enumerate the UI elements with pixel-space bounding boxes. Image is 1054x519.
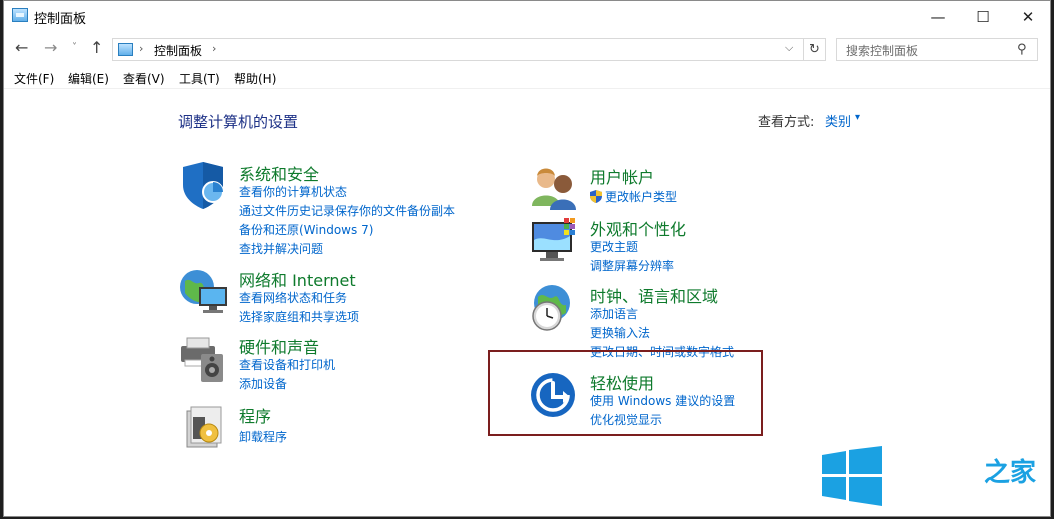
uac-shield-icon [590, 190, 602, 203]
view-by-dropdown[interactable]: 类别 [825, 111, 851, 130]
link-change-account-type[interactable]: 更改帐户类型 [590, 188, 677, 205]
menu-edit[interactable]: 编辑(E) [68, 70, 109, 87]
category-title[interactable]: 网络和 Internet [239, 267, 356, 291]
watermark-url: www.win10xitong.com [896, 486, 1032, 500]
view-by-label: 查看方式: [758, 115, 815, 130]
control-panel-icon [118, 43, 133, 56]
link-add-device[interactable]: 添加设备 [239, 375, 287, 392]
shield-icon[interactable] [179, 161, 229, 211]
search-input[interactable]: 搜索控制面板 ⚲ [836, 38, 1038, 61]
link-devices-printers[interactable]: 查看设备和打印机 [239, 356, 335, 373]
category-system-security: 系统和安全 查看你的计算机状态 通过文件历史记录保存你的文件备份副本 备份和还原… [179, 161, 479, 256]
refresh-icon[interactable]: ↻ [804, 38, 826, 61]
recent-locations-chevron-icon[interactable]: ˅ [72, 42, 77, 53]
category-user-accounts: 用户帐户 更改帐户类型 [530, 164, 810, 210]
category-title[interactable]: 时钟、语言和区域 [590, 283, 718, 307]
forward-arrow-icon[interactable]: → [44, 38, 57, 57]
menu-file[interactable]: 文件(F) [14, 70, 54, 87]
users-icon[interactable] [530, 164, 580, 214]
minimize-button[interactable]: — [915, 1, 961, 32]
close-button[interactable]: ✕ [1005, 1, 1051, 32]
globe-clock-icon[interactable] [530, 283, 580, 333]
link-uninstall-program[interactable]: 卸载程序 [239, 428, 287, 445]
address-dropdown-icon[interactable]: ⌵ [785, 41, 793, 55]
category-title[interactable]: 用户帐户 [590, 164, 654, 188]
category-clock-language-region: 时钟、语言和区域 添加语言 更换输入法 更改日期、时间或数字格式 [530, 283, 830, 359]
windows-logo-icon [822, 446, 882, 506]
breadcrumb-control-panel[interactable]: 控制面板 [154, 42, 202, 59]
search-icon[interactable]: ⚲ [1017, 42, 1027, 57]
link-troubleshoot[interactable]: 查找并解决问题 [239, 240, 323, 257]
menu-view[interactable]: 查看(V) [123, 70, 165, 87]
window-title: 控制面板 [34, 12, 87, 27]
address-bar[interactable]: › 控制面板 › ⌵ [112, 38, 804, 61]
link-homegroup[interactable]: 选择家庭组和共享选项 [239, 308, 359, 325]
network-globe-icon[interactable] [179, 267, 229, 317]
chevron-down-icon[interactable]: ▾ [855, 112, 860, 123]
breadcrumb-chevron-icon[interactable]: › [212, 42, 216, 55]
category-title[interactable]: 系统和安全 [239, 161, 319, 185]
link-network-status[interactable]: 查看网络状态和任务 [239, 289, 347, 306]
link-file-history[interactable]: 通过文件历史记录保存你的文件备份副本 [239, 202, 455, 219]
win10-watermark: Win10 之家 www.win10xitong.com [820, 446, 1052, 508]
title-bar[interactable]: 控制面板 — ☐ ✕ [4, 1, 1050, 32]
category-title[interactable]: 程序 [239, 403, 271, 427]
printer-speaker-icon[interactable] [179, 334, 229, 384]
category-network-internet: 网络和 Internet 查看网络状态和任务 选择家庭组和共享选项 [179, 267, 479, 325]
link-backup-restore[interactable]: 备份和还原(Windows 7) [239, 221, 373, 238]
link-check-status[interactable]: 查看你的计算机状态 [239, 183, 347, 200]
category-title[interactable]: 硬件和声音 [239, 334, 319, 358]
link-label[interactable]: 更改帐户类型 [605, 190, 677, 204]
link-change-theme[interactable]: 更改主题 [590, 238, 638, 255]
category-hardware-sound: 硬件和声音 查看设备和打印机 添加设备 [179, 334, 479, 392]
watermark-brand-suffix: 之家 [984, 458, 1037, 488]
category-appearance: 外观和个性化 更改主题 调整屏幕分辨率 [530, 216, 810, 276]
menu-help[interactable]: 帮助(H) [234, 70, 276, 87]
up-arrow-icon[interactable]: ↑ [90, 38, 103, 57]
monitor-palette-icon[interactable] [530, 216, 580, 266]
navigation-bar: ← → ˅ ↑ › 控制面板 › ⌵ ↻ 搜索控制面板 ⚲ [4, 33, 1050, 63]
watermark-brand: Win10 [894, 452, 987, 482]
highlight-box [488, 350, 763, 436]
maximize-button[interactable]: ☐ [960, 1, 1006, 32]
menu-tools[interactable]: 工具(T) [179, 70, 220, 87]
link-add-language[interactable]: 添加语言 [590, 305, 638, 322]
search-placeholder: 搜索控制面板 [846, 44, 919, 58]
category-programs: 程序 卸载程序 [179, 403, 479, 453]
control-panel-window: 控制面板 — ☐ ✕ ← → ˅ ↑ › 控制面板 › ⌵ ↻ 搜索控制面板 ⚲… [3, 0, 1051, 517]
category-title[interactable]: 外观和个性化 [590, 216, 686, 240]
page-title: 调整计算机的设置 [178, 113, 299, 131]
back-arrow-icon[interactable]: ← [15, 38, 28, 57]
menu-bar: 文件(F) 编辑(E) 查看(V) 工具(T) 帮助(H) [4, 69, 1050, 89]
link-screen-resolution[interactable]: 调整屏幕分辨率 [590, 257, 674, 274]
link-change-input-method[interactable]: 更换输入法 [590, 324, 650, 341]
programs-icon[interactable] [179, 403, 229, 453]
control-panel-icon [12, 8, 28, 22]
breadcrumb-chevron-icon[interactable]: › [139, 42, 143, 55]
